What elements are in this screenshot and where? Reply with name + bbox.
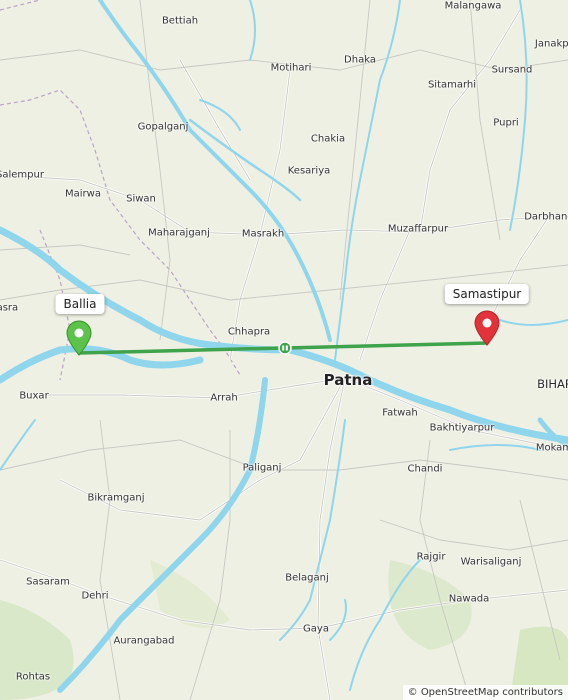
- attribution-symbol: ©: [407, 687, 418, 698]
- place-label-malangawa: Malangawa: [444, 0, 502, 12]
- place-label-mokama: Mokama: [535, 442, 568, 454]
- start-label: Ballia: [55, 294, 105, 314]
- place-label-rajgir: Rajgir: [416, 551, 446, 563]
- place-label-janakpur: Janakpur: [534, 38, 568, 50]
- attribution-text: OpenStreetMap contributors: [420, 687, 563, 698]
- end-label: Samastipur: [444, 284, 530, 304]
- place-label-nawada: Nawada: [448, 593, 490, 605]
- place-label-bakhtiyarpur: Bakhtiyarpur: [429, 422, 495, 434]
- place-label-sasaram: Sasaram: [26, 576, 70, 588]
- place-label-mairwa: Mairwa: [65, 188, 101, 200]
- place-label-gaya: Gaya: [303, 623, 329, 635]
- place-label-paliganj: Paliganj: [242, 462, 282, 474]
- place-label-pupri: Pupri: [493, 117, 519, 129]
- route-midpoint-icon[interactable]: [278, 341, 292, 355]
- place-label-rasra: Rasra: [0, 302, 19, 314]
- place-label-sursand: Sursand: [491, 64, 533, 76]
- place-label-warisaliganj: Warisaliganj: [460, 556, 522, 568]
- place-label-chakia: Chakia: [310, 133, 346, 145]
- start-pin-icon[interactable]: [65, 320, 93, 356]
- place-label-muzaffarpur: Muzaffarpur: [387, 223, 449, 235]
- place-label-buxar: Buxar: [19, 390, 49, 402]
- end-pin-icon[interactable]: [473, 310, 501, 346]
- place-label-dehri: Dehri: [81, 590, 109, 602]
- place-label-patna: Patna: [323, 371, 373, 389]
- place-label-fatwah: Fatwah: [382, 407, 418, 419]
- place-label-rohtas: Rohtas: [15, 671, 51, 683]
- place-label-bettiah: Bettiah: [161, 15, 199, 27]
- place-label-darbhanga: Darbhanga: [524, 211, 568, 223]
- place-label-salempur: Salempur: [0, 169, 44, 181]
- place-label-motihari: Motihari: [270, 62, 312, 74]
- place-label-bikramganj: Bikramganj: [87, 492, 145, 504]
- map-canvas[interactable]: Malangawa Bettiah Janakpur Dhaka Motihari Sur…: [0, 0, 568, 700]
- place-label-masrakh: Masrakh: [241, 228, 285, 240]
- place-label-siwan: Siwan: [126, 193, 156, 205]
- place-label-belaganj: Belaganj: [285, 572, 329, 584]
- place-label-gopalganj: Gopalganj: [137, 121, 189, 133]
- place-label-aurangabad: Aurangabad: [113, 635, 175, 647]
- place-label-sitamarhi: Sitamarhi: [427, 79, 477, 91]
- map-attribution[interactable]: © OpenStreetMap contributors: [402, 685, 568, 700]
- place-label-kesariya: Kesariya: [287, 165, 331, 177]
- place-label-bihar: BIHAR: [537, 377, 568, 391]
- place-label-maharajganj: Maharajganj: [148, 227, 210, 239]
- place-label-dhaka: Dhaka: [344, 54, 376, 66]
- place-label-chhapra: Chhapra: [227, 326, 271, 338]
- place-label-chandi: Chandi: [407, 463, 443, 475]
- place-label-arrah: Arrah: [210, 392, 238, 404]
